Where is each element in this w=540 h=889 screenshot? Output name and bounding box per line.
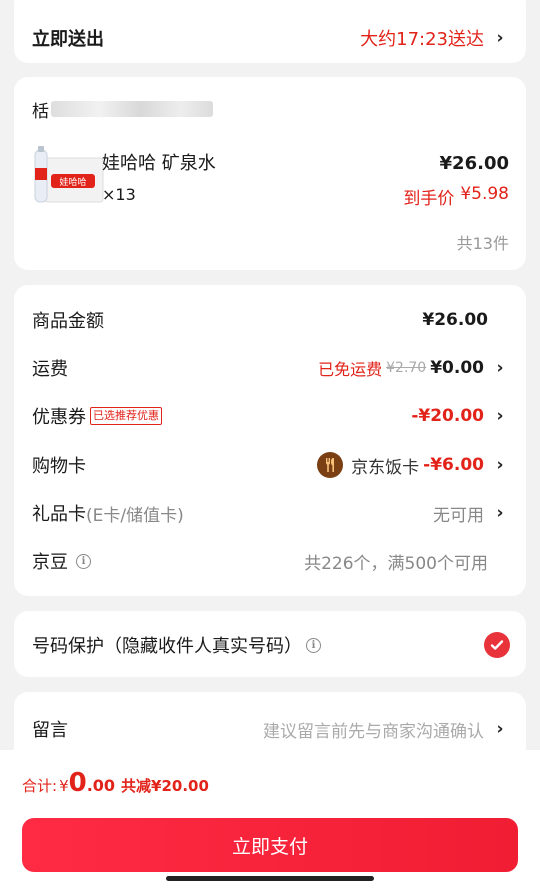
final-price-label: 到手价 [403,189,455,209]
store-name: 栝 [32,101,49,122]
privacy-label: 号码保护（隐藏收件人真实号码） [32,636,302,657]
jd-beans-value: 共226个，满500个可用 [304,553,488,574]
product-image[interactable]: 娃哈哈 [31,146,105,206]
goods-amount-label: 商品金额 [32,311,104,332]
shopping-card-label: 购物卡 [32,456,86,477]
jd-beans-label: 京豆 [32,552,68,573]
blurred-store-text [51,101,213,117]
delivery-label: 立即送出 [32,29,104,50]
coupon-value: -¥20.00 [411,406,484,426]
info-icon[interactable]: i [306,637,321,653]
message-label: 留言 [32,720,68,741]
goods-amount-row: 商品金额 ¥26.00 [32,305,510,335]
chevron-right-icon: › [496,455,504,475]
coupon-label: 优惠券 [32,407,86,428]
final-price-row: 到手价 ¥5.98 [403,184,509,209]
total-label: 合计: [22,777,58,795]
privacy-card: 号码保护（隐藏收件人真实号码） i [14,611,526,677]
fork-spoon-icon [317,452,344,478]
total-summary: 合计: ¥ 0 .00 共减¥20.00 [22,768,209,798]
delivery-row[interactable]: 立即送出 大约17:23送达 › [32,23,510,53]
total-int: 0 [68,768,87,798]
shipping-row[interactable]: 运费 已免运费 ¥2.70 ¥0.00 › [32,353,510,383]
chevron-right-icon: › [496,358,504,378]
privacy-row: 号码保护（隐藏收件人真实号码） i [32,630,510,660]
store-name-row: 栝 [32,97,232,121]
delivery-card: 立即送出 大约17:23送达 › [14,0,526,63]
delivery-eta: 大约17:23送达 [360,29,484,50]
total-item-count: 共13件 [456,234,509,253]
chevron-right-icon: › [496,28,504,48]
shipping-label: 运费 [32,359,68,380]
chevron-right-icon: › [496,406,504,426]
shipping-value: ¥0.00 [430,358,484,378]
total-dec: .00 [86,776,116,795]
chevron-right-icon: › [496,719,504,739]
gift-card-sub: (E卡/储值卡) [86,505,184,526]
total-currency: ¥ [59,777,69,795]
home-indicator [166,876,374,881]
svg-text:娃哈哈: 娃哈哈 [59,176,86,188]
coupon-row[interactable]: 优惠券 已选推荐优惠 -¥20.00 › [32,401,510,431]
shopping-card-name: 京东饭卡 [351,457,420,478]
jd-beans-row[interactable]: 京豆 i 共226个，满500个可用 [32,546,510,576]
gift-card-row[interactable]: 礼品卡 (E卡/储值卡) 无可用 › [32,498,510,528]
shopping-card-value: -¥6.00 [423,455,484,475]
shopping-card-row[interactable]: 购物卡 京东饭卡 -¥6.00 › [32,450,510,480]
product-price: ¥26.00 [439,153,509,174]
message-placeholder: 建议留言前先与商家沟通确认 [263,721,484,742]
check-circle-icon[interactable] [484,632,510,658]
final-price-value: ¥5.98 [460,184,509,204]
product-quantity: ×13 [102,185,136,204]
chevron-right-icon: › [496,503,504,523]
coupon-tag: 已选推荐优惠 [90,407,162,425]
pay-button[interactable]: 立即支付 [22,818,518,872]
original-shipping-fee: ¥2.70 [386,360,427,376]
gift-card-value: 无可用 [433,505,484,526]
discount-text: 共减¥20.00 [121,777,209,795]
product-card: 栝 娃哈哈 娃哈哈 矿泉水 ×13 ¥26.00 到手价 ¥5.98 共13件 [14,77,526,270]
gift-card-label: 礼品卡 [32,504,86,525]
info-icon[interactable]: i [76,553,91,569]
fees-card: 商品金额 ¥26.00 运费 已免运费 ¥2.70 ¥0.00 › 优惠券 已选… [14,285,526,596]
goods-amount-value: ¥26.00 [422,310,488,330]
free-shipping-text: 已免运费 [318,360,383,379]
message-row[interactable]: 留言 建议留言前先与商家沟通确认 › [32,714,510,744]
product-name: 娃哈哈 矿泉水 [102,153,216,174]
